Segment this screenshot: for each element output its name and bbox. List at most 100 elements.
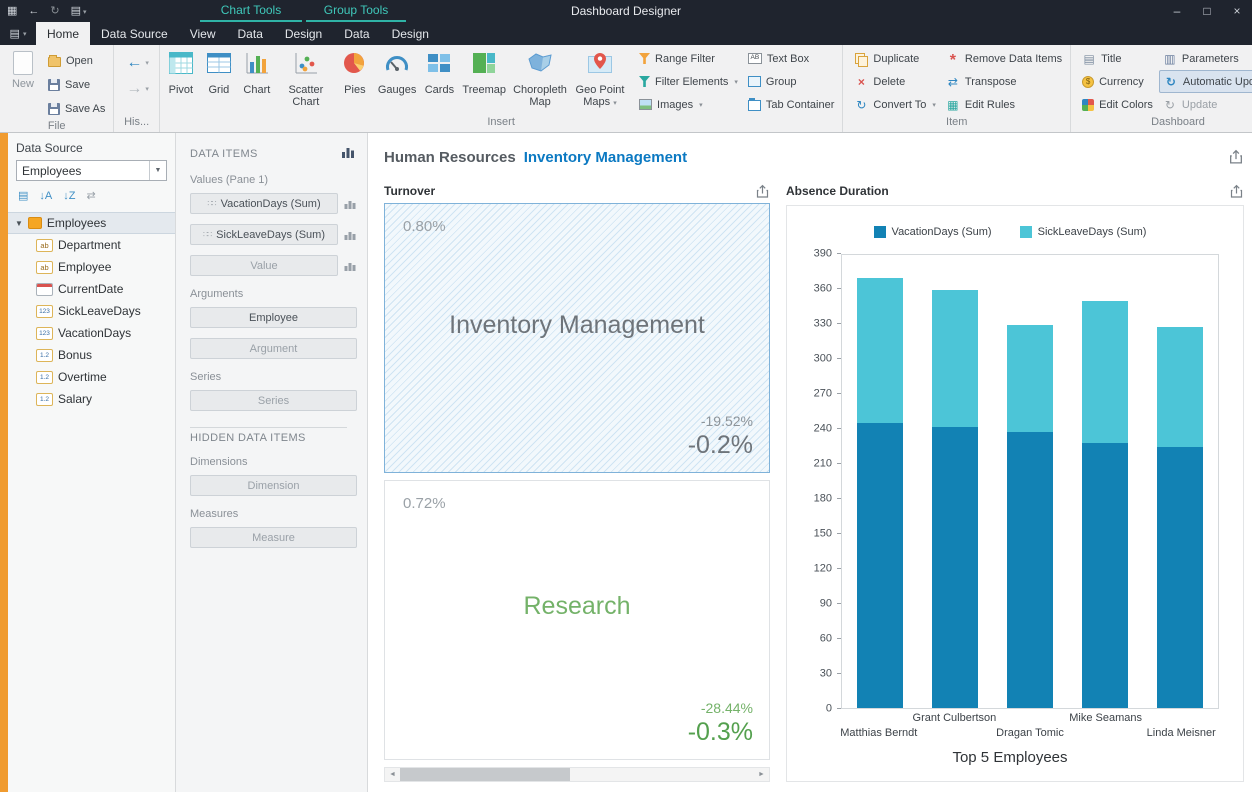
insert-pivot-button[interactable]: Pivot	[162, 47, 200, 96]
history-back-button[interactable]: ←▾	[126, 55, 149, 71]
bar-grant-culbertson[interactable]	[932, 255, 978, 708]
customize-quick-access-icon[interactable]: ▤ ▾	[71, 6, 87, 17]
turnover-scrollbar[interactable]: ◄ ►	[384, 767, 770, 782]
group-button[interactable]: Group	[744, 70, 841, 93]
convert-to-button[interactable]: ↻Convert To▾	[850, 93, 942, 116]
transpose-button[interactable]: ⇄Transpose	[942, 70, 1068, 93]
scroll-right-icon[interactable]: ►	[754, 768, 769, 781]
insert-choropleth-map-button[interactable]: Choropleth Map	[510, 47, 570, 108]
maximize-button[interactable]: □	[1192, 0, 1222, 22]
insert-treemap-button[interactable]: Treemap	[458, 47, 510, 96]
edit-rules-button[interactable]: ▦Edit Rules	[942, 93, 1068, 116]
save-button[interactable]: Save	[44, 73, 111, 96]
legend-item-vacationdays-sum[interactable]: VacationDays (Sum)	[874, 226, 992, 238]
bar-segment-sickleavedays-sum[interactable]	[1082, 301, 1128, 443]
save-as-button[interactable]: Save As	[44, 97, 111, 120]
data-item-vacationdays-sum[interactable]: ∷∷VacationDays (Sum)	[190, 193, 338, 214]
data-item-argument[interactable]: Argument	[190, 338, 357, 359]
sort-ascending-icon[interactable]: ↓A	[39, 191, 52, 202]
close-button[interactable]: ×	[1222, 0, 1252, 22]
tab-container-button[interactable]: Tab Container	[744, 93, 841, 116]
filter-elements-button[interactable]: Filter Elements▾	[635, 70, 744, 93]
data-item-dimension[interactable]: Dimension	[190, 475, 357, 496]
scrollbar-track[interactable]	[400, 768, 754, 781]
bar-linda-meisner[interactable]	[1157, 255, 1203, 708]
bar-segment-sickleavedays-sum[interactable]	[932, 290, 978, 427]
legend-item-sickleavedays-sum[interactable]: SickLeaveDays (Sum)	[1020, 226, 1147, 238]
range-filter-button[interactable]: Range Filter	[635, 47, 744, 70]
tree-item-currentdate[interactable]: CurrentDate	[8, 278, 175, 300]
scroll-left-icon[interactable]: ◄	[385, 768, 400, 781]
bar-segment-vacationdays-sum[interactable]	[1082, 443, 1128, 708]
ribbon-tab-design-6[interactable]: Design	[381, 22, 440, 45]
bar-segment-sickleavedays-sum[interactable]	[857, 278, 903, 423]
insert-scatter-chart-button[interactable]: Scatter Chart	[276, 47, 336, 108]
open-button[interactable]: Open	[44, 49, 111, 72]
data-item-employee[interactable]: Employee	[190, 307, 357, 328]
undo-icon[interactable]: ←	[28, 6, 39, 17]
bar-segment-sickleavedays-sum[interactable]	[1007, 325, 1053, 432]
ribbon-tab-data-3[interactable]: Data	[227, 22, 274, 45]
edit-colors-button[interactable]: Edit Colors	[1078, 93, 1159, 116]
tile-research[interactable]: 0.72% Research -28.44% -0.3%	[384, 480, 770, 760]
insert-chart-button[interactable]: Chart	[238, 47, 276, 96]
bar-mike-seamans[interactable]	[1082, 255, 1128, 708]
chart-options-icon[interactable]	[344, 260, 356, 272]
chart-options-icon[interactable]	[344, 198, 356, 210]
text-box-button[interactable]: ABText Box	[744, 47, 841, 70]
export-absence-icon[interactable]	[1229, 184, 1244, 199]
bar-dragan-tomic[interactable]	[1007, 255, 1053, 708]
sort-descending-icon[interactable]: ↓Z	[63, 191, 75, 202]
export-dashboard-icon[interactable]	[1228, 149, 1244, 165]
ribbon-tab-view[interactable]: View	[179, 22, 227, 45]
bar-segment-vacationdays-sum[interactable]	[1007, 432, 1053, 708]
turnover-item[interactable]: Turnover 0.80% Inventory Management -19.…	[384, 179, 770, 782]
insert-grid-button[interactable]: Grid	[200, 47, 238, 96]
data-item-measure[interactable]: Measure	[190, 527, 357, 548]
new-button[interactable]: New	[2, 47, 44, 90]
app-window-icon[interactable]: ▦	[7, 6, 17, 17]
swap-icon[interactable]: ⇄	[86, 191, 95, 202]
bar-segment-vacationdays-sum[interactable]	[932, 427, 978, 708]
ribbon-tab-data-5[interactable]: Data	[333, 22, 380, 45]
data-item-sickleavedays-sum[interactable]: ∷∷SickLeaveDays (Sum)	[190, 224, 338, 245]
scrollbar-thumb[interactable]	[400, 768, 570, 781]
title-button[interactable]: ▤Title	[1078, 47, 1159, 70]
redo-icon[interactable]: ↻	[50, 6, 59, 17]
absence-duration-item[interactable]: Absence Duration VacationDays (Sum)SickL…	[786, 179, 1244, 782]
tree-item-vacationdays[interactable]: 123VacationDays	[8, 322, 175, 344]
minimize-button[interactable]: –	[1162, 0, 1192, 22]
field-list-icon[interactable]: ▤	[18, 191, 28, 202]
insert-geo-point-maps-button[interactable]: Geo Point Maps ▾	[570, 47, 630, 110]
contextual-tab-chart-tools[interactable]: Chart Tools	[200, 0, 302, 22]
tree-item-department[interactable]: abDepartment	[8, 234, 175, 256]
automatic-updates-button[interactable]: ↻Automatic Updates	[1159, 70, 1252, 93]
bar-segment-vacationdays-sum[interactable]	[857, 423, 903, 708]
tile-inventory-management[interactable]: 0.80% Inventory Management -19.52% -0.2%	[384, 203, 770, 473]
insert-pies-button[interactable]: Pies	[336, 47, 374, 96]
data-item-series[interactable]: Series	[190, 390, 357, 411]
remove-data-items-button[interactable]: *Remove Data Items	[942, 47, 1068, 70]
bar-segment-vacationdays-sum[interactable]	[1157, 447, 1203, 708]
dropdown-caret-icon[interactable]: ▼	[149, 161, 166, 180]
data-source-dropdown[interactable]: Employees ▼	[16, 160, 167, 181]
insert-cards-button[interactable]: Cards	[420, 47, 458, 96]
insert-gauges-button[interactable]: Gauges	[374, 47, 421, 96]
parameters-button[interactable]: ▥Parameters	[1159, 47, 1252, 70]
update-button[interactable]: ↻Update	[1159, 93, 1252, 116]
duplicate-button[interactable]: Duplicate	[850, 47, 942, 70]
delete-button[interactable]: ×Delete	[850, 70, 942, 93]
history-forward-button[interactable]: →▾	[126, 81, 149, 97]
images-button[interactable]: Images▾	[635, 93, 744, 116]
export-turnover-icon[interactable]	[755, 184, 770, 199]
tree-item-salary[interactable]: 1.2Salary	[8, 388, 175, 410]
data-item-value[interactable]: Value	[190, 255, 338, 276]
ribbon-tab-home[interactable]: Home	[36, 22, 90, 45]
ribbon-tab-design-4[interactable]: Design	[274, 22, 333, 45]
bar-matthias-berndt[interactable]	[857, 255, 903, 708]
tree-item-employee[interactable]: abEmployee	[8, 256, 175, 278]
tree-item-sickleavedays[interactable]: 123SickLeaveDays	[8, 300, 175, 322]
currency-button[interactable]: $Currency	[1078, 70, 1159, 93]
tree-item-overtime[interactable]: 1.2Overtime	[8, 366, 175, 388]
contextual-tab-group-tools[interactable]: Group Tools	[306, 0, 406, 22]
